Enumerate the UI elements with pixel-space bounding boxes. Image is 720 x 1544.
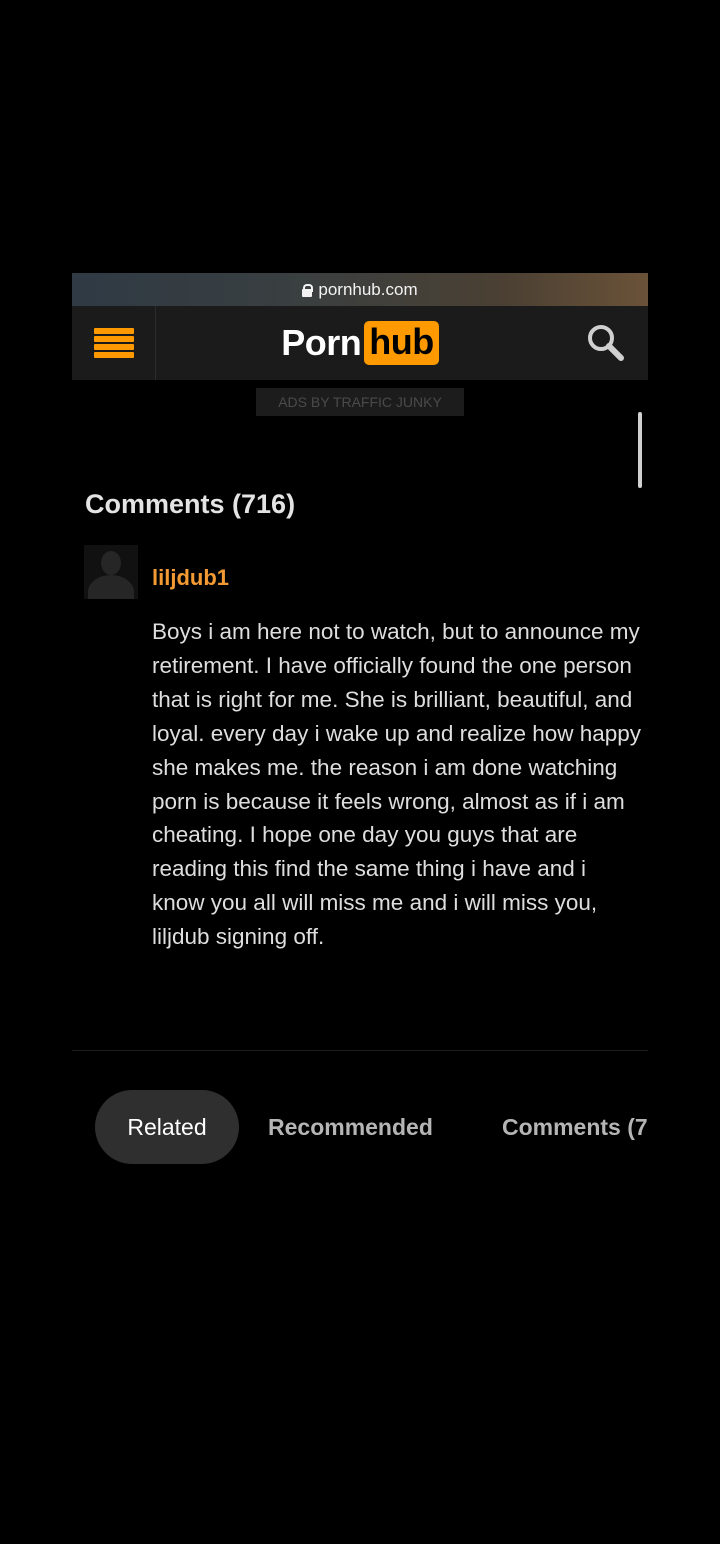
comments-heading: Comments (716) [85,489,296,519]
menu-button[interactable] [72,306,156,380]
site-logo[interactable]: Porn hub [156,321,564,365]
logo-text-part2: hub [364,321,439,365]
comment-text: Boys i am here not to watch, but to anno… [152,619,642,950]
logo-text-part1: Porn [281,322,362,363]
search-button[interactable] [564,306,648,380]
hamburger-menu-icon [93,328,134,358]
divider [72,1050,648,1051]
scrollbar-thumb[interactable] [638,412,642,488]
video-tabs: Related Recommended Comments (716) [95,1090,648,1164]
site-header: Porn hub [72,306,648,380]
tab-related[interactable]: Related [95,1090,239,1164]
browser-url-bar[interactable]: pornhub.com [72,273,648,306]
ad-label[interactable]: ADS BY TRAFFIC JUNKY [256,388,464,416]
lock-icon [302,283,314,297]
comment-username[interactable]: liljdub1 [152,565,229,591]
url-text: pornhub.com [318,279,418,299]
tab-recommended[interactable]: Recommended [268,1090,433,1164]
search-icon [588,325,624,361]
default-avatar-icon[interactable] [84,545,138,599]
tab-comments[interactable]: Comments (716) [502,1090,648,1164]
